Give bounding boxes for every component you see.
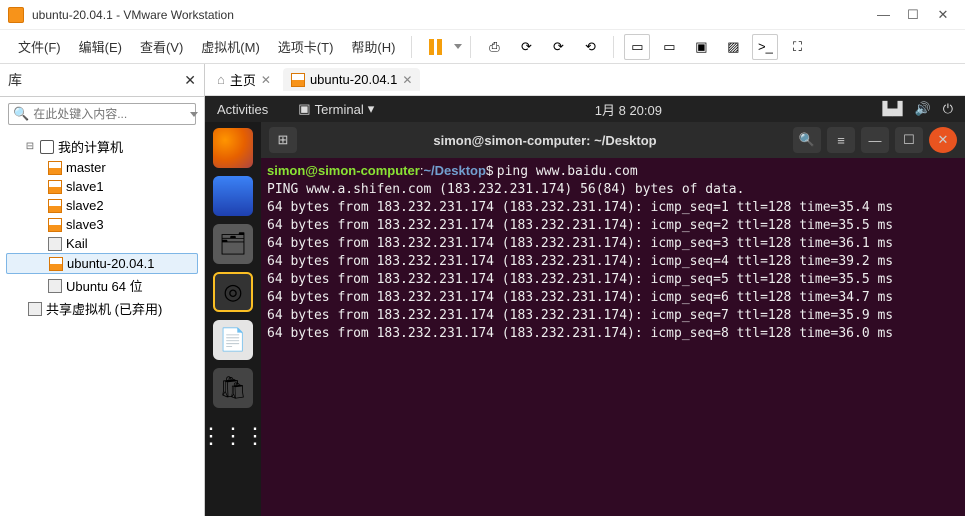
menu-file[interactable]: 文件(F) <box>10 33 69 60</box>
vm-icon <box>48 199 62 213</box>
vm-icon <box>291 73 305 87</box>
dock-firefox[interactable] <box>213 128 253 168</box>
search-icon: 🔍 <box>13 106 29 122</box>
tab-close[interactable]: ✕ <box>402 73 412 87</box>
snapshot-button[interactable]: ⟳ <box>513 34 539 60</box>
dock-thunderbird[interactable] <box>213 176 253 216</box>
titlebar: ubuntu-20.04.1 - VMware Workstation — ☐ … <box>0 0 965 30</box>
terminal-output[interactable]: simon@simon-computer:~/Desktop$ ping www… <box>261 158 965 516</box>
menu-view[interactable]: 查看(V) <box>132 33 191 60</box>
vm-icon <box>48 161 62 175</box>
tab-bar: ⌂ 主页 ✕ ubuntu-20.04.1 ✕ <box>205 64 965 96</box>
library-close-button[interactable]: ✕ <box>184 72 196 89</box>
console-button[interactable]: ▣ <box>688 34 714 60</box>
gnome-dock: 🗂 ◎ 📄 🛍 ⋮⋮⋮ <box>205 122 261 516</box>
maximize-button[interactable]: ☐ <box>907 9 919 21</box>
library-panel: 库 ✕ 🔍 ⊟ 我的计算机 master slave1 slave2 slave… <box>0 64 205 516</box>
view-multi-button[interactable]: ▭ <box>656 34 682 60</box>
vmware-icon <box>8 7 24 23</box>
dock-libreoffice[interactable]: 📄 <box>213 320 253 360</box>
library-search[interactable]: 🔍 <box>8 103 196 125</box>
tree-item-slave1[interactable]: slave1 <box>6 177 204 196</box>
clock[interactable]: 1月 8 20:09 <box>374 100 882 119</box>
separator <box>613 36 614 58</box>
tree-item-ubuntu64[interactable]: Ubuntu 64 位 <box>6 274 204 297</box>
menu-vm[interactable]: 虚拟机(M) <box>193 33 268 60</box>
terminal-icon: ▣ <box>298 101 310 117</box>
window-title: ubuntu-20.04.1 - VMware Workstation <box>32 8 877 22</box>
snapshot-manager-button[interactable]: ⟳ <box>545 34 571 60</box>
menu-edit[interactable]: 编辑(E) <box>71 33 130 60</box>
term-close-button[interactable]: ✕ <box>929 127 957 153</box>
library-title: 库 <box>8 70 22 90</box>
revert-button[interactable]: ⟲ <box>577 34 603 60</box>
dock-rhythmbox[interactable]: ◎ <box>213 272 253 312</box>
term-maximize-button[interactable]: ☐ <box>895 127 923 153</box>
tree-item-slave2[interactable]: slave2 <box>6 196 204 215</box>
tab-vm[interactable]: ubuntu-20.04.1 ✕ <box>283 68 421 91</box>
vm-icon <box>48 218 62 232</box>
new-tab-button[interactable]: ⊞ <box>269 127 297 153</box>
search-input[interactable] <box>33 107 188 121</box>
tree-item-ubuntu2004[interactable]: ubuntu-20.04.1 <box>6 253 198 274</box>
gnome-topbar: Activities ▣ Terminal ▾ 1月 8 20:09 ▙▟ 🔊 … <box>205 96 965 122</box>
library-tree: ⊟ 我的计算机 master slave1 slave2 slave3 Kail… <box>0 131 204 324</box>
power-dropdown[interactable] <box>454 44 462 49</box>
tree-shared[interactable]: 共享虚拟机 (已弃用) <box>6 297 204 320</box>
terminal-icon[interactable]: >_ <box>752 34 778 60</box>
menu-tabs[interactable]: 选项卡(T) <box>270 33 342 60</box>
term-minimize-button[interactable]: — <box>861 127 889 153</box>
dock-software[interactable]: 🛍 <box>213 368 253 408</box>
activities-button[interactable]: Activities <box>217 102 268 117</box>
minimize-button[interactable]: — <box>877 9 889 21</box>
folder-icon <box>48 279 62 293</box>
terminal-title: simon@simon-computer: ~/Desktop <box>303 133 787 148</box>
volume-icon[interactable]: 🔊 <box>915 101 931 117</box>
search-button[interactable]: 🔍 <box>793 127 821 153</box>
terminal-window: ⊞ simon@simon-computer: ~/Desktop 🔍 ≡ — … <box>261 122 965 516</box>
view-single-button[interactable]: ▭ <box>624 34 650 60</box>
unity-button[interactable]: ▨ <box>720 34 746 60</box>
app-menu[interactable]: ▣ Terminal ▾ <box>298 101 374 117</box>
pause-button[interactable] <box>422 34 448 60</box>
menubar: 文件(F) 编辑(E) 查看(V) 虚拟机(M) 选项卡(T) 帮助(H) ⎙ … <box>0 30 965 64</box>
send-keys-button[interactable]: ⎙ <box>481 34 507 60</box>
tab-close[interactable]: ✕ <box>261 73 271 87</box>
dock-files[interactable]: 🗂 <box>213 224 253 264</box>
tree-item-kail[interactable]: Kail <box>6 234 204 253</box>
tree-item-master[interactable]: master <box>6 158 204 177</box>
menu-button[interactable]: ≡ <box>827 127 855 153</box>
menu-help[interactable]: 帮助(H) <box>343 33 403 60</box>
tree-item-slave3[interactable]: slave3 <box>6 215 204 234</box>
power-icon[interactable]: ⏻ <box>943 101 953 117</box>
separator <box>470 36 471 58</box>
vm-icon <box>48 180 62 194</box>
close-button[interactable]: ✕ <box>937 9 949 21</box>
home-icon: ⌂ <box>217 72 225 87</box>
computer-icon <box>40 140 54 154</box>
dock-show-apps[interactable]: ⋮⋮⋮ <box>213 416 253 456</box>
system-tray[interactable]: ▙▟ 🔊 ⏻ <box>883 101 953 117</box>
fullscreen-button[interactable]: ⛶ <box>784 34 810 60</box>
terminal-headerbar: ⊞ simon@simon-computer: ~/Desktop 🔍 ≡ — … <box>261 122 965 158</box>
tree-root[interactable]: ⊟ 我的计算机 <box>6 135 204 158</box>
tab-home[interactable]: ⌂ 主页 ✕ <box>209 66 279 93</box>
search-dropdown[interactable] <box>190 112 198 117</box>
vm-icon <box>49 257 63 271</box>
guest-display: Activities ▣ Terminal ▾ 1月 8 20:09 ▙▟ 🔊 … <box>205 96 965 516</box>
separator <box>411 36 412 58</box>
network-icon[interactable]: ▙▟ <box>883 101 903 117</box>
folder-icon <box>48 237 62 251</box>
shared-icon <box>28 302 42 316</box>
